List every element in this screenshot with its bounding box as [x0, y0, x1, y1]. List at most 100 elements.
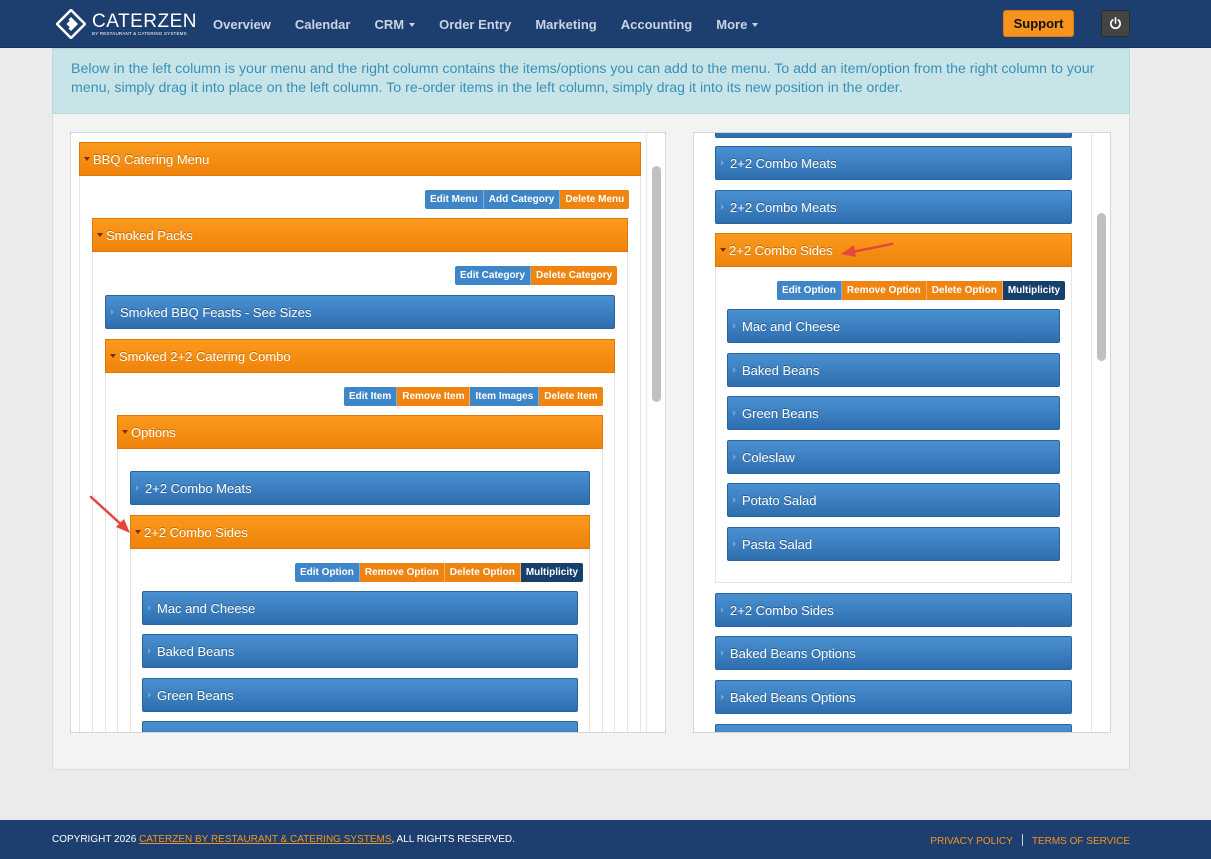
item-bar[interactable]: 2+2 Combo Sides — [715, 593, 1072, 627]
option-button-group: Edit Option Remove Option Delete Option … — [295, 563, 584, 582]
item-bar-label: Baked Beans Options — [730, 689, 856, 705]
remove-option-button[interactable]: Remove Option — [841, 281, 927, 300]
brand-tagline: BY RESTAURANT & CATERING SYSTEMS — [92, 31, 187, 36]
footer-divider — [1021, 834, 1023, 846]
top-navbar: CATERZEN BY RESTAURANT & CATERING SYSTEM… — [0, 0, 1211, 48]
caret-down-icon — [122, 430, 128, 434]
edit-option-button[interactable]: Edit Option — [777, 281, 842, 300]
caret-down-icon — [97, 233, 103, 237]
add-category-button[interactable]: Add Category — [483, 190, 561, 209]
nav-marketing[interactable]: Marketing — [535, 17, 596, 32]
nav-calendar[interactable]: Calendar — [295, 17, 351, 32]
choice-item-partial[interactable] — [142, 721, 578, 732]
main-nav: Overview Calendar CRM Order Entry Market… — [213, 0, 782, 48]
chevron-down-icon — [752, 23, 759, 28]
menu-header[interactable]: BBQ Catering Menu — [79, 142, 641, 176]
brand-name: CATERZEN — [92, 11, 197, 32]
right-option-button-group: Edit Option Remove Option Delete Option … — [777, 281, 1066, 300]
menu-item-bar[interactable]: Smoked BBQ Feasts - See Sizes — [105, 295, 615, 329]
nav-order-entry[interactable]: Order Entry — [439, 17, 511, 32]
caterzen-logo[interactable]: CATERZEN BY RESTAURANT & CATERING SYSTEM… — [56, 9, 196, 39]
edit-item-button[interactable]: Edit Item — [344, 387, 398, 406]
choice-label: Baked Beans — [157, 643, 235, 659]
option-expanded-header[interactable]: 2+2 Combo Sides — [130, 515, 590, 549]
nav-overview[interactable]: Overview — [213, 17, 271, 32]
item-title: Smoked 2+2 Catering Combo — [119, 348, 291, 364]
item-images-button[interactable]: Item Images — [470, 387, 540, 406]
choice-label: Baked Beans — [742, 362, 820, 378]
choice-item[interactable]: Green Beans — [142, 678, 578, 712]
item-bar[interactable]: Baked Beans Options — [715, 680, 1072, 714]
caret-right-icon — [733, 367, 736, 373]
item-bar-partial[interactable] — [715, 724, 1072, 732]
copyright-prefix: COPYRIGHT 2026 — [52, 834, 140, 845]
logout-button[interactable] — [1101, 10, 1130, 37]
option-bar[interactable]: 2+2 Combo Meats — [130, 471, 590, 505]
edit-menu-button[interactable]: Edit Menu — [425, 190, 484, 209]
red-arrow-icon — [89, 495, 130, 533]
choice-item[interactable]: Pasta Salad — [727, 527, 1060, 561]
multiplicity-button[interactable]: Multiplicity — [1002, 281, 1066, 300]
choice-item[interactable]: Potato Salad — [727, 483, 1060, 517]
terms-of-service-link[interactable]: TERMS OF SERVICE — [1032, 836, 1130, 847]
item-bar[interactable]: Baked Beans Options — [715, 636, 1072, 670]
caret-right-icon — [148, 648, 151, 654]
nav-accounting[interactable]: Accounting — [621, 17, 693, 32]
caret-right-icon — [721, 694, 724, 700]
item-bar[interactable]: 2+2 Combo Meats — [715, 190, 1072, 224]
choice-item[interactable]: Green Beans — [727, 396, 1060, 430]
delete-menu-button[interactable]: Delete Menu — [560, 190, 630, 209]
item-bar[interactable]: 2+2 Combo Meats — [715, 146, 1072, 180]
caret-right-icon — [111, 309, 114, 315]
nav-more-label: More — [716, 16, 748, 32]
menu-title: BBQ Catering Menu — [93, 151, 210, 167]
delete-item-button[interactable]: Delete Item — [539, 387, 603, 406]
item-header[interactable]: Smoked 2+2 Catering Combo — [105, 339, 615, 373]
choice-item[interactable]: Coleslaw — [727, 440, 1060, 474]
choice-item[interactable]: Mac and Cheese — [727, 309, 1060, 343]
item-button-group: Edit Item Remove Item Item Images Delete… — [344, 387, 603, 406]
copyright-suffix: , ALL RIGHTS RESERVED. — [391, 834, 515, 845]
edit-category-button[interactable]: Edit Category — [455, 266, 532, 285]
category-header[interactable]: Smoked Packs — [92, 218, 628, 252]
choice-label: Green Beans — [157, 687, 234, 703]
caret-right-icon — [733, 541, 736, 547]
item-bar-label: 2+2 Combo Sides — [730, 602, 834, 618]
chevron-down-icon — [409, 23, 416, 28]
caret-right-icon — [721, 204, 724, 210]
company-link[interactable]: CATERZEN BY RESTAURANT & CATERING SYSTEM… — [139, 834, 391, 845]
privacy-policy-link[interactable]: PRIVACY POLICY — [930, 836, 1012, 847]
remove-item-button[interactable]: Remove Item — [397, 387, 471, 406]
choice-label: Mac and Cheese — [157, 600, 256, 616]
items-column: 2+2 Combo Meats 2+2 Combo Meats 2+2 Comb… — [693, 132, 1111, 733]
option-title: 2+2 Combo Meats — [145, 480, 252, 496]
choice-item[interactable]: Mac and Cheese — [142, 591, 578, 625]
caret-right-icon — [733, 454, 736, 460]
footer: COPYRIGHT 2026 CATERZEN BY RESTAURANT & … — [0, 820, 1211, 859]
item-bar-partial[interactable] — [715, 133, 1072, 138]
choice-label: Potato Salad — [742, 492, 817, 508]
item-bar-label: Baked Beans Options — [730, 645, 856, 661]
left-scrollbar[interactable] — [652, 166, 661, 402]
nav-crm[interactable]: CRM — [374, 17, 416, 32]
remove-option-button[interactable]: Remove Option — [359, 563, 445, 582]
menu-column: BBQ Catering Menu Edit Menu Add Category… — [70, 132, 666, 733]
caret-right-icon — [148, 692, 151, 698]
nav-more[interactable]: More — [716, 16, 759, 32]
category-title: Smoked Packs — [106, 227, 193, 243]
caret-down-icon — [84, 157, 90, 161]
multiplicity-button[interactable]: Multiplicity — [520, 563, 584, 582]
edit-option-button[interactable]: Edit Option — [295, 563, 360, 582]
delete-option-button[interactable]: Delete Option — [926, 281, 1003, 300]
support-button[interactable]: Support — [1003, 10, 1074, 37]
delete-option-button[interactable]: Delete Option — [444, 563, 521, 582]
item-bar-label: 2+2 Combo Meats — [730, 155, 837, 171]
choice-label: Coleslaw — [742, 449, 795, 465]
caret-right-icon — [721, 160, 724, 166]
delete-category-button[interactable]: Delete Category — [531, 266, 618, 285]
right-scrollbar[interactable] — [1097, 213, 1106, 361]
caret-down-icon — [135, 530, 141, 534]
options-header[interactable]: Options — [117, 415, 603, 449]
choice-item[interactable]: Baked Beans — [727, 353, 1060, 387]
choice-item[interactable]: Baked Beans — [142, 634, 578, 668]
